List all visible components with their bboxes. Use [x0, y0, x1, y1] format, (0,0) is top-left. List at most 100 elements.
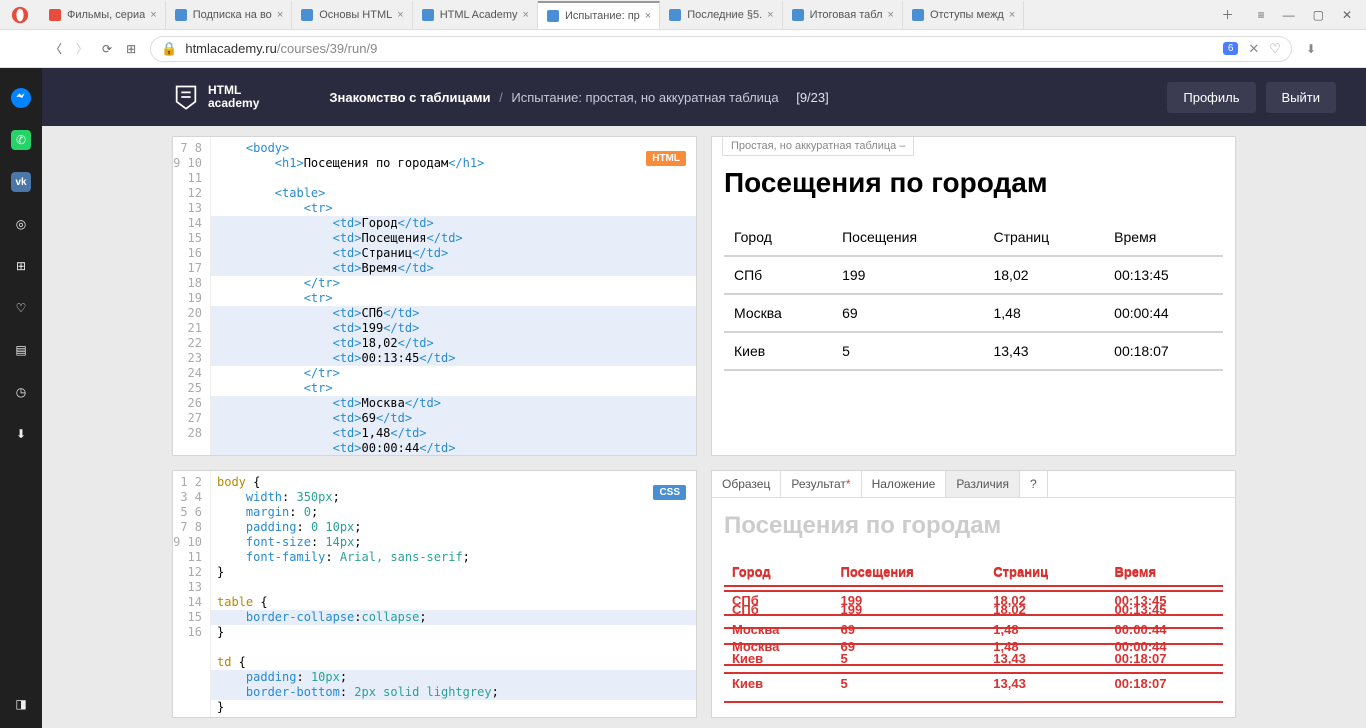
tab-label: HTML Academy	[440, 9, 518, 21]
tab-label: Основы HTML	[319, 9, 392, 21]
browser-tab[interactable]: Отступы межд ×	[903, 1, 1024, 29]
reload-button[interactable]: ⟳	[102, 42, 112, 56]
table-header-cell: Время	[1104, 219, 1223, 256]
logout-button[interactable]: Выйти	[1266, 82, 1337, 113]
url-input[interactable]: 🔒 htmlacademy.ru/courses/39/run/9 6 ✕ ♡	[150, 36, 1292, 62]
back-button[interactable]: 〈	[50, 40, 62, 57]
whatsapp-icon[interactable]: ✆	[11, 130, 31, 150]
browser-tab[interactable]: Подписка на во ×	[166, 1, 293, 29]
lock-icon: 🔒	[161, 41, 177, 57]
browser-tab[interactable]: Фильмы, сериа ×	[40, 1, 166, 29]
browser-tab[interactable]: Итоговая табл ×	[783, 1, 903, 29]
url-path: /courses/39/run/9	[277, 41, 377, 56]
speed-dial-sidebar-icon[interactable]: ⊞	[11, 256, 31, 276]
browser-tab[interactable]: Испытание: пр ×	[538, 1, 660, 29]
preview-panel: Простая, но аккуратная таблица – Посещен…	[711, 136, 1236, 456]
minimize-icon[interactable]: ―	[1283, 8, 1295, 22]
downloads-sidebar-icon[interactable]: ⬇	[11, 424, 31, 444]
css-badge: CSS	[653, 485, 686, 500]
tab-label: Отступы межд	[930, 9, 1004, 21]
html-code[interactable]: <body> <h1>Посещения по городам</h1> <ta…	[211, 137, 696, 455]
compare-tab[interactable]: Образец	[712, 471, 781, 497]
preview-title: Посещения по городам	[724, 167, 1223, 199]
address-bar: 〈 〉 ⟳ ⊞ 🔒 htmlacademy.ru/courses/39/run/…	[0, 30, 1366, 68]
step-counter: [9/23]	[796, 90, 829, 105]
tab-label: Фильмы, сериа	[67, 9, 145, 21]
tab-close-icon[interactable]: ×	[645, 10, 651, 22]
tab-favicon	[421, 8, 435, 22]
app-header: HTMLacademy Знакомство с таблицами / Исп…	[42, 68, 1366, 126]
table-row: СПб19918,0200:13:45	[724, 256, 1223, 294]
browser-tab[interactable]: Основы HTML ×	[292, 1, 412, 29]
compare-tab[interactable]: Результат*	[781, 471, 861, 497]
tab-favicon	[668, 8, 682, 22]
snapshot-icon[interactable]: ◎	[11, 214, 31, 234]
profile-button[interactable]: Профиль	[1167, 82, 1255, 113]
tab-favicon	[300, 8, 314, 22]
comparison-tabs: ОбразецРезультат*НаложениеРазличия?	[712, 471, 1235, 498]
new-tab-button[interactable]: ＋	[1212, 6, 1244, 23]
close-window-icon[interactable]: ✕	[1342, 8, 1352, 22]
tab-favicon	[174, 8, 188, 22]
html-badge: HTML	[646, 151, 686, 166]
course-name[interactable]: Знакомство с таблицами	[329, 90, 490, 105]
workspace: 7 8 9 10 11 12 13 14 15 16 17 18 19 20 2…	[42, 126, 1366, 728]
table-row: СПб19918,0200:13:45	[724, 591, 1223, 628]
browser-tab[interactable]: HTML Academy ×	[413, 1, 538, 29]
close-suggest-icon[interactable]: ✕	[1248, 41, 1259, 57]
table-header-cell: Посещения	[832, 219, 983, 256]
tab-close-icon[interactable]: ×	[277, 9, 283, 21]
tab-close-icon[interactable]: ×	[523, 9, 529, 21]
html-editor[interactable]: 7 8 9 10 11 12 13 14 15 16 17 18 19 20 2…	[172, 136, 697, 456]
vk-icon[interactable]: vk	[11, 172, 31, 192]
comparison-panel: ОбразецРезультат*НаложениеРазличия? Посе…	[711, 470, 1236, 718]
compare-tab[interactable]: Различия	[946, 471, 1020, 497]
url-host: htmlacademy.ru	[185, 41, 277, 56]
download-icon[interactable]: ⬇	[1306, 42, 1316, 56]
preview-table: ГородПосещенияСтраницВремя СПб19918,0200…	[724, 219, 1223, 371]
tab-favicon	[48, 8, 62, 22]
css-gutter: 1 2 3 4 5 6 7 8 9 10 11 12 13 14 15 16	[173, 471, 211, 717]
tab-menu-icon[interactable]: ≡	[1258, 8, 1265, 22]
tab-label: Подписка на во	[193, 9, 272, 21]
tab-close-icon[interactable]: ×	[397, 9, 403, 21]
table-header-cell: Город	[724, 219, 832, 256]
browser-tab[interactable]: Последние §5. ×	[660, 1, 782, 29]
tab-close-icon[interactable]: ×	[1009, 9, 1015, 21]
history-sidebar-icon[interactable]: ◷	[11, 382, 31, 402]
speed-dial-icon[interactable]: ⊞	[126, 42, 136, 56]
bookmark-icon[interactable]: ♡	[1269, 41, 1281, 57]
blocked-count-badge[interactable]: 6	[1223, 42, 1239, 55]
tab-label: Итоговая табл	[810, 9, 883, 21]
tab-close-icon[interactable]: ×	[150, 9, 156, 21]
css-editor[interactable]: 1 2 3 4 5 6 7 8 9 10 11 12 13 14 15 16 b…	[172, 470, 697, 718]
sidebar-toggle-icon[interactable]: ◨	[11, 694, 31, 714]
css-code[interactable]: body { width: 350px; margin: 0; padding:…	[211, 471, 696, 717]
opera-sidebar: ✆ vk ◎ ⊞ ♡ ▤ ◷ ⬇ ◨	[0, 68, 42, 728]
news-sidebar-icon[interactable]: ▤	[11, 340, 31, 360]
tab-close-icon[interactable]: ×	[767, 9, 773, 21]
opera-logo[interactable]	[0, 0, 40, 30]
result-overlay-table: ГородПосещенияСтраницВремя СПб19918,0200…	[724, 555, 1223, 703]
maximize-icon[interactable]: ▢	[1313, 8, 1324, 22]
forward-button[interactable]: 〉	[76, 40, 88, 57]
breadcrumb: Знакомство с таблицами / Испытание: прос…	[329, 90, 828, 105]
browser-tabs-bar: Фильмы, сериа×Подписка на во×Основы HTML…	[0, 0, 1366, 30]
tab-close-icon[interactable]: ×	[888, 9, 894, 21]
table-row: Киев513,4300:18:07	[724, 332, 1223, 370]
tab-favicon	[791, 8, 805, 22]
compare-help[interactable]: ?	[1020, 471, 1048, 497]
preview-tab-label[interactable]: Простая, но аккуратная таблица –	[722, 137, 914, 156]
htmlacademy-logo[interactable]: HTMLacademy	[172, 83, 259, 111]
tab-label: Испытание: пр	[565, 10, 640, 22]
messenger-icon[interactable]	[11, 88, 31, 108]
tab-favicon	[911, 8, 925, 22]
table-row: Москва691,4800:00:44	[724, 628, 1223, 665]
lesson-name: Испытание: простая, но аккуратная таблиц…	[511, 90, 778, 105]
table-header-cell: Страниц	[983, 219, 1104, 256]
bookmarks-sidebar-icon[interactable]: ♡	[11, 298, 31, 318]
table-row: Киев513,4300:18:07	[724, 665, 1223, 702]
compare-tab[interactable]: Наложение	[862, 471, 947, 497]
comparison-title: Посещения по городам	[724, 512, 1223, 540]
tab-label: Последние §5.	[687, 9, 762, 21]
